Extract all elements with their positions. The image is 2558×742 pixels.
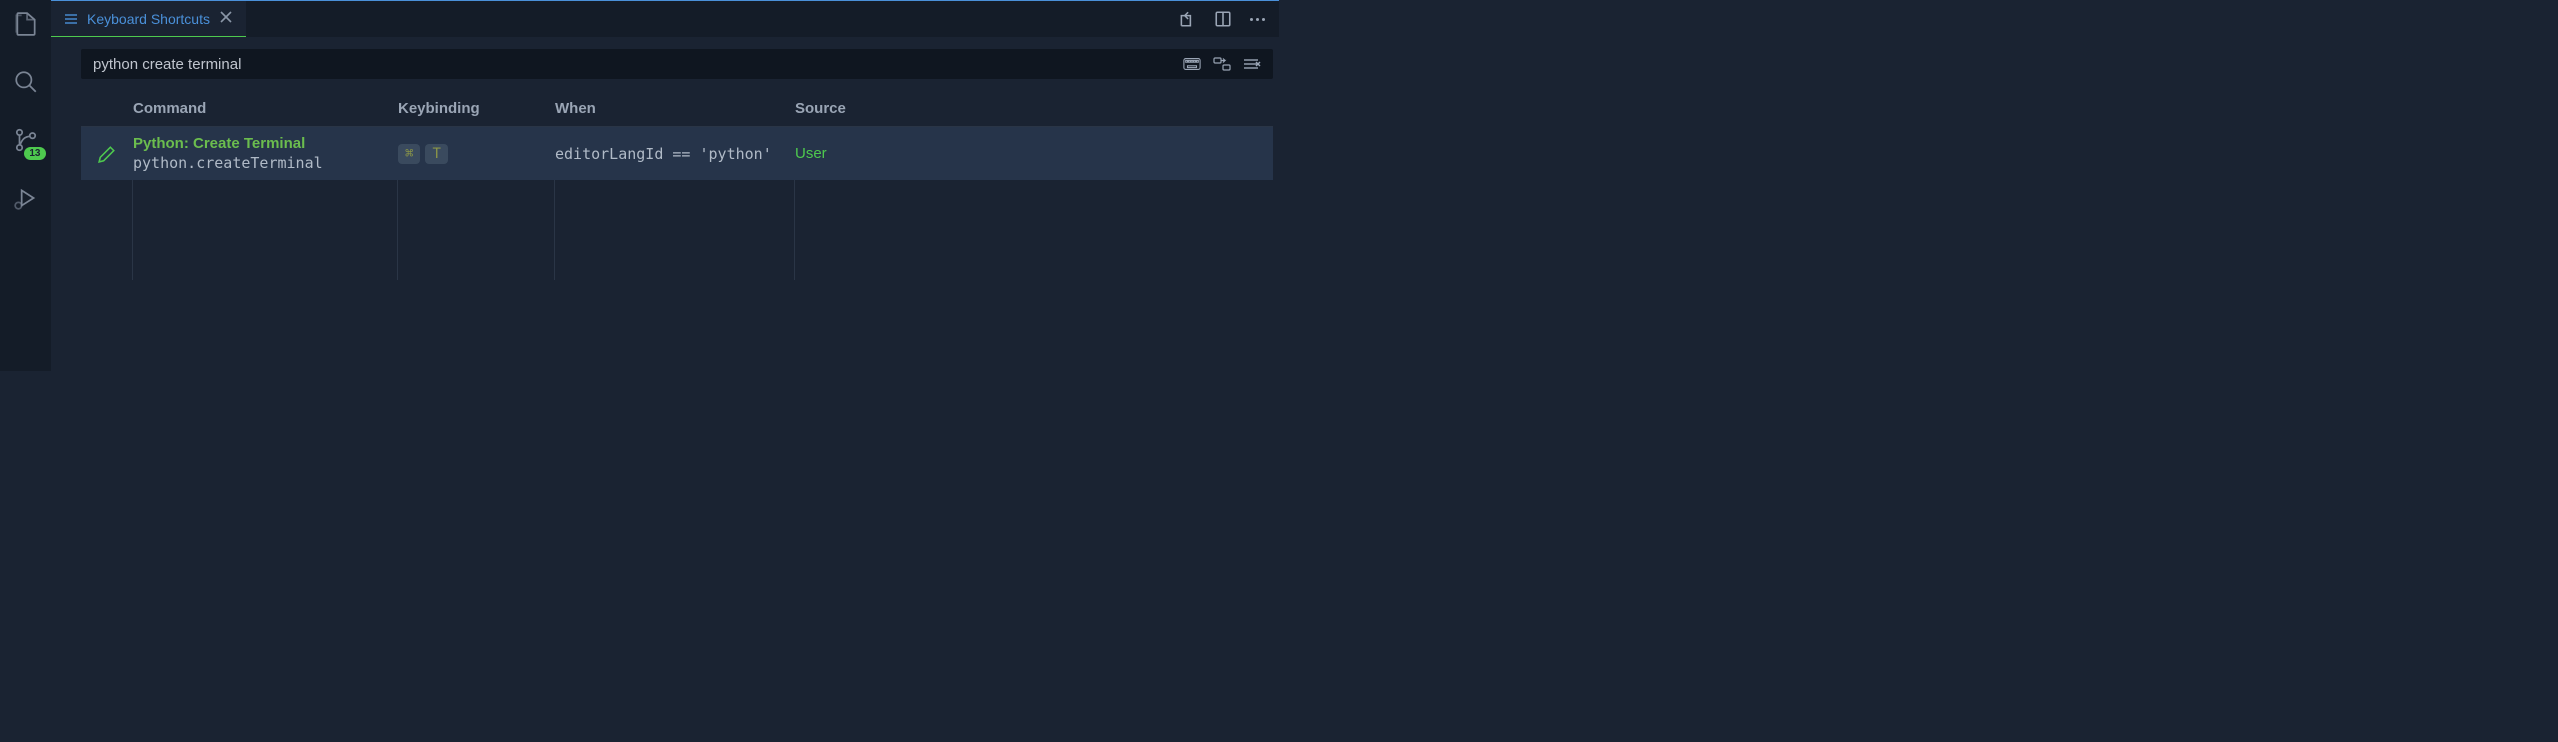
search-icon[interactable] — [10, 66, 42, 98]
edit-icon[interactable] — [81, 145, 133, 163]
command-title: Python: Create Terminal — [133, 135, 398, 152]
column-keybinding[interactable]: Keybinding — [398, 100, 555, 117]
when-cell: editorLangId == 'python' — [555, 145, 795, 163]
tab-bar: Keyboard Shortcuts — [51, 0, 1279, 37]
split-editor-icon[interactable] — [1214, 10, 1232, 28]
open-changes-icon[interactable] — [1178, 10, 1196, 28]
settings-list-icon — [63, 11, 79, 27]
tab-close-icon[interactable] — [218, 9, 234, 28]
explorer-icon[interactable] — [10, 8, 42, 40]
editor-actions — [1178, 1, 1279, 37]
key: ⌘ — [398, 144, 420, 164]
tab-keyboard-shortcuts[interactable]: Keyboard Shortcuts — [51, 1, 246, 37]
column-source[interactable]: Source — [795, 100, 1273, 117]
scm-badge: 13 — [24, 147, 45, 160]
column-when[interactable]: When — [555, 100, 795, 117]
source-control-icon[interactable]: 13 — [10, 124, 42, 156]
record-keys-icon[interactable] — [1183, 55, 1201, 73]
column-command[interactable]: Command — [133, 100, 398, 117]
table-header: Command Keybinding When Source — [81, 91, 1273, 127]
keyboard-shortcuts-editor: Command Keybinding When Source Python: C… — [51, 37, 1279, 371]
sort-precedence-icon[interactable] — [1213, 55, 1231, 73]
shortcuts-table: Command Keybinding When Source Python: C… — [81, 91, 1273, 280]
more-actions-icon[interactable] — [1250, 18, 1265, 21]
search-input[interactable] — [93, 52, 1183, 77]
keybinding-cell: ⌘ T — [398, 144, 555, 164]
source-cell: User — [795, 145, 1273, 162]
run-debug-icon[interactable] — [10, 182, 42, 214]
key: T — [425, 144, 447, 164]
search-bar — [81, 49, 1273, 79]
tab-title: Keyboard Shortcuts — [87, 11, 210, 27]
main-editor: Keyboard Shortcuts Command — [51, 0, 1279, 371]
activity-bar: 13 — [0, 0, 51, 371]
table-row[interactable]: Python: Create Terminal python.createTer… — [81, 127, 1273, 180]
table-empty-grid — [81, 180, 1273, 280]
command-id: python.createTerminal — [133, 154, 398, 172]
clear-search-icon[interactable] — [1243, 55, 1261, 73]
